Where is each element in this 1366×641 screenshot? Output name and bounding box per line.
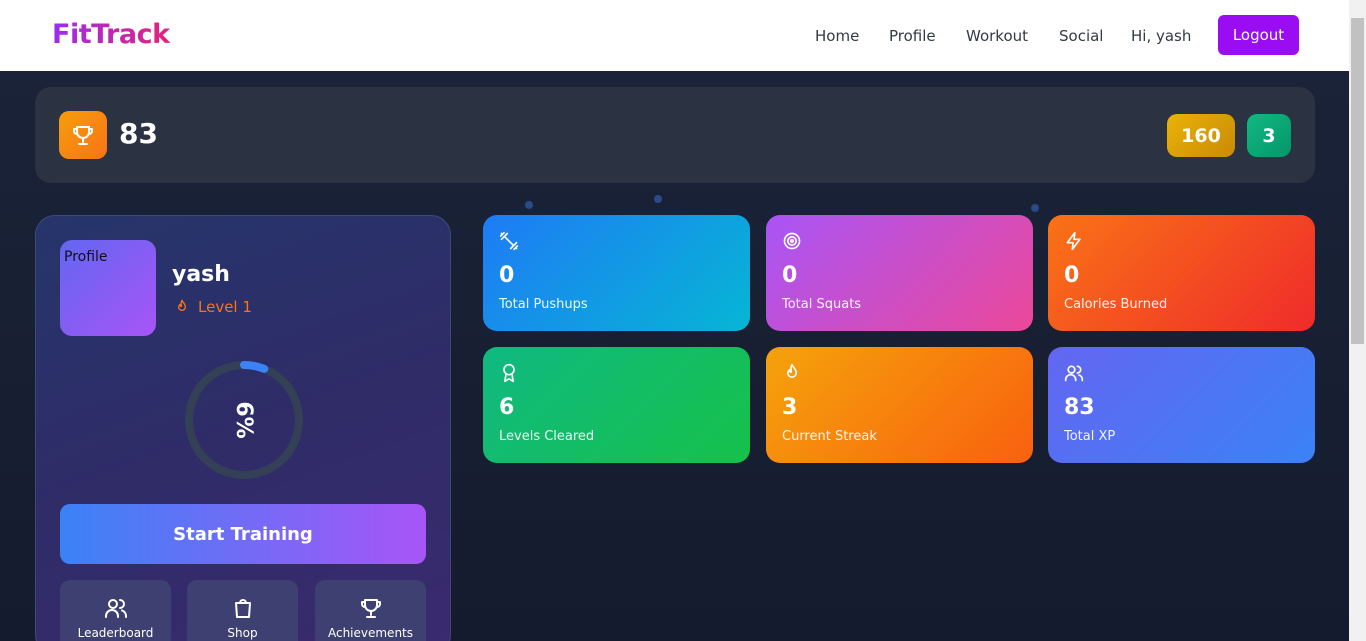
decorative-dot xyxy=(525,201,533,209)
achievements-button[interactable]: Achievements xyxy=(315,580,426,641)
avatar[interactable]: Profile xyxy=(60,240,156,336)
users-icon xyxy=(1064,365,1084,382)
stat-value: 0 xyxy=(1064,263,1080,288)
stat-label: Levels Cleared xyxy=(499,429,595,444)
user-greeting: Hi, yash xyxy=(1131,27,1192,45)
shopping-bag-icon xyxy=(234,599,251,618)
nav-profile[interactable]: Profile xyxy=(889,27,936,45)
stat-value: 3 xyxy=(782,395,798,420)
stat-card-calories: 0 Calories Burned xyxy=(1048,215,1315,331)
leaderboard-label: Leaderboard xyxy=(77,626,154,640)
decorative-dot xyxy=(1031,204,1039,212)
level-indicator: Level 1 xyxy=(174,298,252,316)
stat-value: 0 xyxy=(782,263,798,288)
stat-value: 0 xyxy=(499,263,515,288)
shop-button[interactable]: Shop xyxy=(187,580,298,641)
nav-workout[interactable]: Workout xyxy=(966,27,1028,45)
users-icon xyxy=(104,599,127,618)
flame-icon xyxy=(787,363,797,378)
lightning-icon xyxy=(1066,231,1081,251)
stat-value: 83 xyxy=(1064,395,1095,420)
nav-social[interactable]: Social xyxy=(1059,27,1103,45)
avatar-alt-text: Profile xyxy=(64,249,108,265)
stat-value: 6 xyxy=(499,395,515,420)
nav-home[interactable]: Home xyxy=(815,27,859,45)
stat-card-xp: 83 Total XP xyxy=(1048,347,1315,463)
stat-label: Total Pushups xyxy=(499,297,588,312)
award-icon xyxy=(503,363,515,383)
xp-value: 83 xyxy=(119,117,158,150)
achievements-label: Achievements xyxy=(327,626,414,640)
level-label: Level 1 xyxy=(198,298,252,316)
leaderboard-button[interactable]: Leaderboard xyxy=(60,580,171,641)
stat-card-levels: 6 Levels Cleared xyxy=(483,347,750,463)
stat-label: Total Squats xyxy=(782,297,862,312)
scrollbar[interactable] xyxy=(1349,0,1366,641)
start-training-button[interactable]: Start Training xyxy=(60,504,426,564)
stat-card-streak: 3 Current Streak xyxy=(766,347,1033,463)
coins-badge: 160 xyxy=(1167,114,1235,157)
username: yash xyxy=(172,262,230,287)
target-icon xyxy=(783,232,801,250)
navbar: FitTrack Home Profile Workout Social Hi,… xyxy=(0,0,1349,71)
flame-icon xyxy=(178,299,186,311)
trophy-icon xyxy=(73,126,93,145)
progress-percent: 6% xyxy=(231,401,257,439)
logout-button[interactable]: Logout xyxy=(1218,15,1299,55)
trophy-badge xyxy=(59,111,107,159)
decorative-dot xyxy=(654,195,662,203)
stats-bar: 83 160 3 xyxy=(35,87,1315,183)
stat-card-squats: 0 Total Squats xyxy=(766,215,1033,331)
streak-badge: 3 xyxy=(1247,114,1291,157)
stat-label: Current Streak xyxy=(782,429,877,444)
trophy-icon xyxy=(360,599,381,618)
stat-card-pushups: 0 Total Pushups xyxy=(483,215,750,331)
profile-panel: Profile yash Level 1 6% Start Training L… xyxy=(35,215,451,641)
dumbbell-icon xyxy=(499,231,519,251)
shop-label: Shop xyxy=(227,626,258,640)
brand-logo[interactable]: FitTrack xyxy=(52,19,170,50)
stat-label: Total XP xyxy=(1064,429,1116,444)
scrollbar-thumb[interactable] xyxy=(1351,18,1364,344)
stat-label: Calories Burned xyxy=(1064,297,1168,312)
